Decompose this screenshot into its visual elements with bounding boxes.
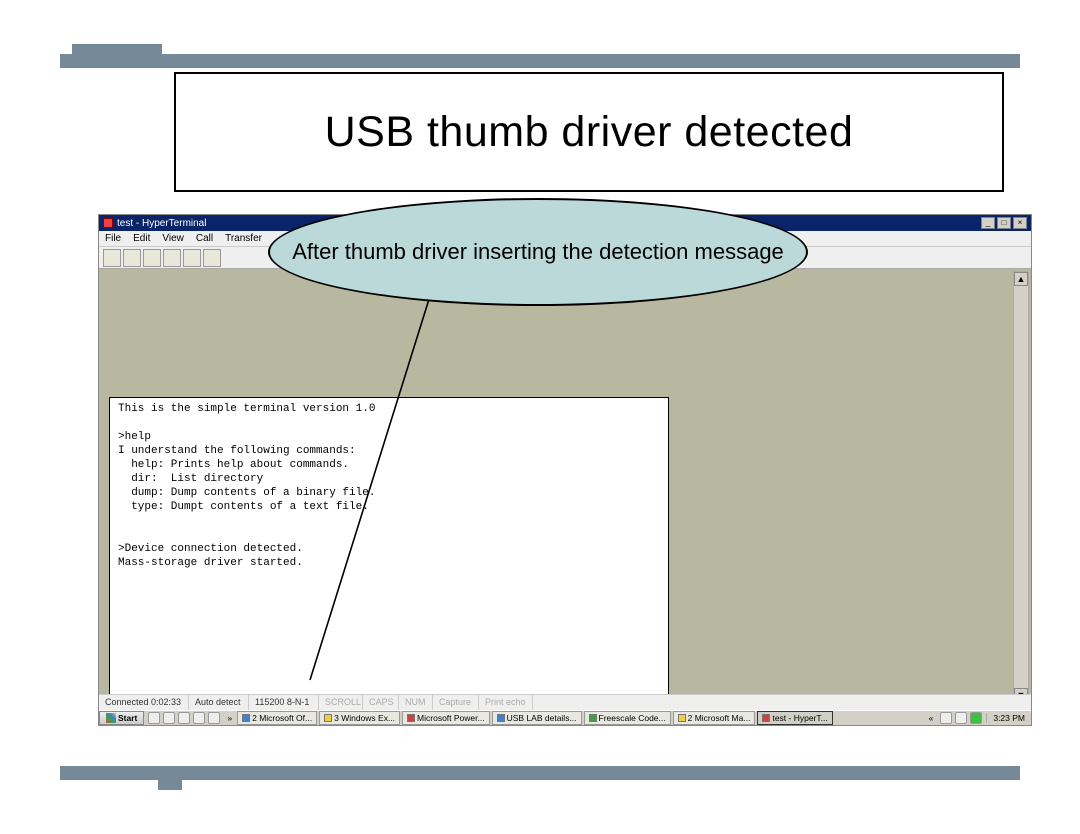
taskbar-item[interactable]: Freescale Code...: [584, 711, 671, 725]
status-baud: 115200 8-N-1: [249, 695, 319, 710]
toolbar-button-6[interactable]: [203, 249, 221, 267]
start-label: Start: [118, 713, 137, 723]
maximize-button[interactable]: □: [997, 217, 1011, 229]
taskbar-item-label: Freescale Code...: [599, 713, 666, 723]
menu-edit[interactable]: Edit: [133, 233, 150, 244]
taskbar-item-icon: [497, 714, 505, 722]
taskbar-item-label: Microsoft Power...: [417, 713, 485, 723]
taskbar-item-label: USB LAB details...: [507, 713, 577, 723]
task-buttons: 2 Microsoft Of... 3 Windows Ex... Microsof…: [235, 711, 926, 725]
menu-view[interactable]: View: [162, 233, 184, 244]
callout-text: After thumb driver inserting the detecti…: [292, 238, 784, 266]
toolbar-button-1[interactable]: [103, 249, 121, 267]
vertical-scrollbar[interactable]: ▲ ▼: [1013, 271, 1029, 703]
taskbar-item-icon: [324, 714, 332, 722]
slide-title-box: USB thumb driver detected: [174, 72, 1004, 192]
scroll-up-icon[interactable]: ▲: [1014, 272, 1028, 286]
slide-title: USB thumb driver detected: [325, 108, 854, 157]
taskbar-item[interactable]: 2 Microsoft Of...: [237, 711, 317, 725]
quick-launch-icon[interactable]: [148, 712, 160, 724]
tray-icon[interactable]: [940, 712, 952, 724]
taskbar-item[interactable]: Microsoft Power...: [402, 711, 490, 725]
taskbar-item-label: 2 Microsoft Ma...: [688, 713, 751, 723]
windows-icon: [106, 713, 116, 723]
tray-icon[interactable]: [955, 712, 967, 724]
taskbar-item-icon: [407, 714, 415, 722]
toolbar-button-4[interactable]: [163, 249, 181, 267]
callout-ellipse: After thumb driver inserting the detecti…: [268, 198, 808, 306]
menu-call[interactable]: Call: [196, 233, 213, 244]
taskbar-item-icon: [242, 714, 250, 722]
menu-transfer[interactable]: Transfer: [225, 233, 262, 244]
terminal-output: This is the simple terminal version 1.0 …: [109, 397, 669, 703]
start-button[interactable]: Start: [99, 711, 144, 725]
taskbar-item[interactable]: 2 Microsoft Ma...: [673, 711, 756, 725]
status-bar: Connected 0:02:33 Auto detect 115200 8-N…: [99, 694, 1031, 710]
status-capture: Capture: [433, 695, 479, 710]
status-scroll: SCROLL: [319, 695, 363, 710]
close-button[interactable]: ×: [1013, 217, 1027, 229]
quick-launch-icon[interactable]: [178, 712, 190, 724]
minimize-button[interactable]: _: [981, 217, 995, 229]
status-connected: Connected 0:02:33: [99, 695, 189, 710]
decorative-top-tab: [72, 44, 162, 68]
tray-icon[interactable]: [970, 712, 982, 724]
taskbar-item-label: 2 Microsoft Of...: [252, 713, 312, 723]
clock[interactable]: 3:23 PM: [986, 713, 1031, 723]
toolbar-button-2[interactable]: [123, 249, 141, 267]
system-tray: [940, 712, 982, 724]
menu-file[interactable]: File: [105, 233, 121, 244]
status-num: NUM: [399, 695, 433, 710]
status-echo: Print echo: [479, 695, 533, 710]
toolbar-button-3[interactable]: [143, 249, 161, 267]
taskbar-item-label: 3 Windows Ex...: [334, 713, 395, 723]
window-title: test - HyperTerminal: [117, 218, 206, 229]
taskbar-item-icon: [762, 714, 770, 722]
decorative-bottom-tab: [158, 766, 182, 790]
quick-launch-icon[interactable]: [208, 712, 220, 724]
tray-chevron-icon[interactable]: «: [929, 713, 934, 723]
taskbar-item[interactable]: test - HyperT...: [757, 711, 832, 725]
taskbar-item-icon: [589, 714, 597, 722]
taskbar-item-icon: [678, 714, 686, 722]
windows-taskbar: Start » 2 Microsoft Of... 3 Windows Ex...…: [99, 710, 1031, 725]
app-icon: [103, 218, 113, 228]
status-detect: Auto detect: [189, 695, 249, 710]
taskbar-item-label: test - HyperT...: [772, 713, 827, 723]
chevron-icon[interactable]: »: [227, 713, 232, 723]
quick-launch-icon[interactable]: [163, 712, 175, 724]
decorative-top-bar: [60, 54, 1020, 68]
decorative-bottom-bar: [60, 766, 1020, 780]
toolbar-button-5[interactable]: [183, 249, 201, 267]
taskbar-item[interactable]: USB LAB details...: [492, 711, 582, 725]
taskbar-item[interactable]: 3 Windows Ex...: [319, 711, 400, 725]
status-caps: CAPS: [363, 695, 399, 710]
quick-launch: [148, 712, 220, 724]
quick-launch-icon[interactable]: [193, 712, 205, 724]
